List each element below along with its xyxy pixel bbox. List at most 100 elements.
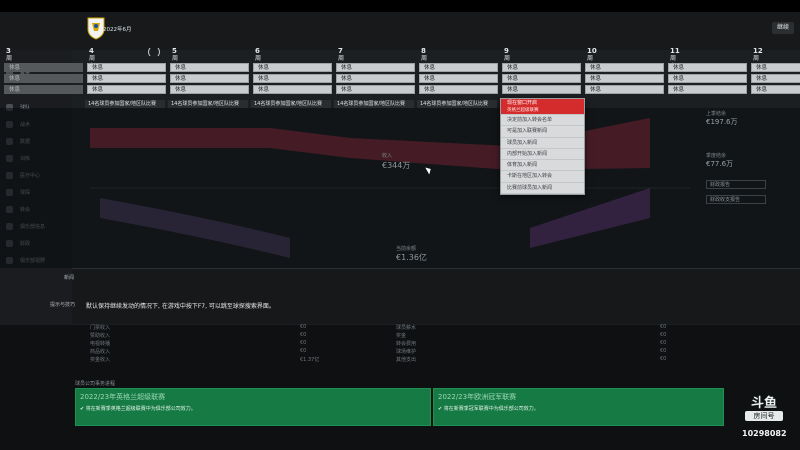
- douyu-watermark: 斗鱼 房间号 10298082: [742, 392, 787, 438]
- day-number: 11: [670, 47, 680, 55]
- menu-item[interactable]: 体育加入新闻: [501, 160, 584, 172]
- training-slot[interactable]: 休息: [419, 63, 498, 72]
- finance-cell: 球员薪水: [396, 325, 417, 331]
- finance-cell: €0: [300, 324, 307, 330]
- finance-cell: €0: [300, 340, 307, 346]
- day-number: 7: [338, 47, 343, 55]
- right-value-2: €77.6万: [706, 160, 734, 168]
- green-section-header: 球员公司事务进程: [75, 381, 116, 387]
- training-slot[interactable]: 休息: [4, 85, 83, 94]
- finance-cell: 球场维护: [396, 349, 417, 355]
- training-slot[interactable]: 休息: [253, 74, 332, 83]
- training-slot[interactable]: 休息: [336, 74, 415, 83]
- day-number: 10: [587, 47, 597, 55]
- menu-item[interactable]: 球员加入新闻: [501, 138, 584, 149]
- continue-button[interactable]: 继续: [772, 22, 794, 34]
- training-slot[interactable]: 休息: [668, 74, 747, 83]
- day-number: 4: [89, 47, 94, 55]
- day-number: 3: [6, 47, 11, 55]
- finance-detail-button[interactable]: 财政收支报告: [706, 195, 766, 204]
- day-number: 5: [172, 47, 177, 55]
- training-slot[interactable]: 休息: [87, 63, 166, 72]
- objective-title: 2022/23年欧洲冠军联赛: [438, 393, 517, 401]
- day-number: 6: [255, 47, 260, 55]
- objective-box-ucl[interactable]: 2022/23年欧洲冠军联赛 ✔ 将在新赛季冠军联赛中为俱乐部公司效力。: [433, 388, 724, 426]
- international-event[interactable]: 14名球员参加国家/地区队比赛: [85, 100, 165, 108]
- finance-chart: [90, 118, 690, 258]
- finance-cell: €0: [660, 324, 667, 330]
- training-slot[interactable]: 休息: [4, 74, 83, 83]
- objective-sub: ✔ 将在新赛季冠军联赛中为俱乐部公司效力。: [438, 406, 539, 412]
- training-slot[interactable]: 休息: [170, 74, 249, 83]
- tips-row-label: 提示与技巧: [50, 302, 76, 308]
- training-slot[interactable]: 休息: [751, 63, 800, 72]
- training-slot[interactable]: 休息: [751, 85, 800, 94]
- chart-label-balance: 当前余额: [396, 246, 417, 252]
- training-slot[interactable]: 休息: [585, 85, 664, 94]
- watermark-logo-top: 斗鱼: [750, 396, 777, 411]
- international-event[interactable]: 14名球员参加国家/地区队比赛: [251, 100, 331, 108]
- month-label: 2022年6月: [103, 27, 132, 33]
- chart-label-income: 收入: [382, 153, 393, 159]
- international-event[interactable]: 14名球员参加国家/地区队比赛: [168, 100, 248, 108]
- menu-item-window-open[interactable]: 现在窗口开启 英格兰超级联赛: [501, 99, 584, 115]
- finance-cell: 商品收入: [90, 349, 111, 355]
- objective-box-league[interactable]: 2022/23年英格兰超级联赛 ✔ 将在新赛季英格兰超级联赛中为俱乐部公司效力。: [75, 388, 431, 426]
- top-black-bar: [0, 0, 800, 12]
- tip-text: 默认保持继续发动的情况下, 在游戏中按下F7, 可以跳至球探搜索界面。: [86, 303, 275, 310]
- news-row-label: 新闻: [64, 275, 75, 281]
- finance-report-button[interactable]: 财政报告: [706, 180, 766, 189]
- training-slot[interactable]: 休息: [253, 85, 332, 94]
- training-slot[interactable]: 休息: [585, 63, 664, 72]
- training-slot[interactable]: 休息: [170, 63, 249, 72]
- day-number: 9: [504, 47, 509, 55]
- finance-cell: 奖金收入: [90, 357, 111, 363]
- loading-spinner-icon: [148, 46, 160, 58]
- training-slot[interactable]: 休息: [4, 63, 83, 72]
- training-slot[interactable]: 休息: [585, 74, 664, 83]
- objective-title: 2022/23年英格兰超级联赛: [80, 393, 166, 401]
- menu-item[interactable]: 卡斯在地区加入转会: [501, 171, 584, 183]
- training-slot[interactable]: 休息: [87, 74, 166, 83]
- finance-cell: €1.37亿: [300, 357, 320, 363]
- watermark-logo-bottom: 房间号: [745, 411, 783, 421]
- objective-sub: ✔ 将在新赛季英格兰超级联赛中为俱乐部公司效力。: [80, 406, 196, 412]
- training-slot[interactable]: 休息: [419, 74, 498, 83]
- menu-item[interactable]: 可是加入联赛新闻: [501, 126, 584, 138]
- finance-cell: €0: [660, 348, 667, 354]
- international-event[interactable]: 14名球员参加国家/地区队比赛: [417, 100, 497, 108]
- training-slot[interactable]: 休息: [336, 85, 415, 94]
- day-number: 12: [753, 47, 763, 55]
- menu-item[interactable]: 内部开始加入新闻: [501, 149, 584, 161]
- training-slot[interactable]: 休息: [87, 85, 166, 94]
- training-slot[interactable]: 休息: [336, 63, 415, 72]
- finance-cell: 电视转播: [90, 341, 111, 347]
- finance-cell: 其他支出: [396, 357, 417, 363]
- finance-cell: 转会费用: [396, 341, 417, 347]
- training-slot[interactable]: 休息: [419, 85, 498, 94]
- finance-cell: €0: [660, 356, 667, 362]
- finance-cell: €0: [660, 332, 667, 338]
- finance-cell: €0: [300, 348, 307, 354]
- finance-cell: 赞助收入: [90, 333, 111, 339]
- room-id: 10298082: [742, 429, 787, 438]
- finance-cell: 奖金: [396, 333, 407, 339]
- training-slot[interactable]: 休息: [253, 63, 332, 72]
- training-slot[interactable]: 休息: [170, 85, 249, 94]
- training-slot[interactable]: 休息: [668, 63, 747, 72]
- menu-item[interactable]: 决定前加入转会名单: [501, 115, 584, 127]
- international-event[interactable]: 14名球员参加国家/地区队比赛: [334, 100, 414, 108]
- training-slot[interactable]: 休息: [502, 63, 581, 72]
- chart-value-balance: €1.36亿: [396, 253, 427, 262]
- training-slot[interactable]: 休息: [668, 85, 747, 94]
- chart-value-income: €344万: [382, 161, 411, 170]
- context-menu: 现在窗口开启 英格兰超级联赛 决定前加入转会名单 可是加入联赛新闻 球员加入新闻 内部…: [500, 98, 585, 196]
- training-slot[interactable]: 休息: [502, 85, 581, 94]
- finance-cell: €0: [300, 332, 307, 338]
- training-slot[interactable]: 休息: [502, 74, 581, 83]
- training-slot[interactable]: 休息: [751, 74, 800, 83]
- right-label-2: 季度结余: [706, 153, 727, 159]
- menu-item[interactable]: 比赛前球员加入新闻: [501, 183, 584, 195]
- finance-cell: 门票收入: [90, 325, 111, 331]
- right-label-1: 上季结余: [706, 111, 727, 117]
